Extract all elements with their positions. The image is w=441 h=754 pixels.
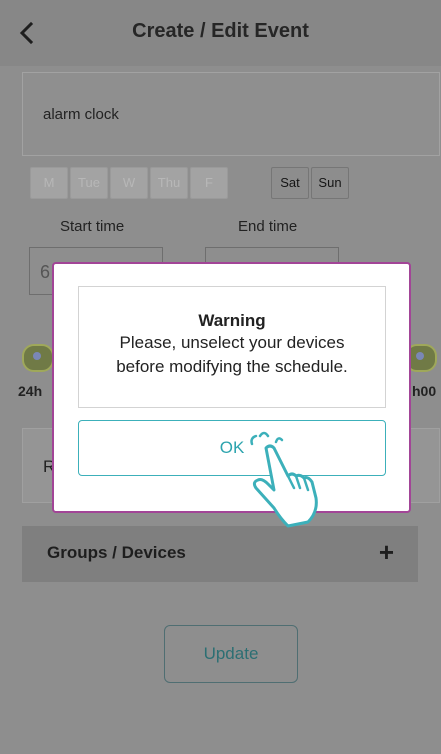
start-time-label: Start time: [60, 218, 125, 235]
slider-right-label: h00: [412, 383, 437, 399]
day-tuesday[interactable]: Tue: [70, 167, 108, 199]
warning-message-box: Warning Please, unselect your devices be…: [78, 286, 386, 408]
warning-line-2: before modifying the schedule.: [116, 357, 348, 376]
groups-devices-label: Groups / Devices: [47, 543, 186, 562]
warning-line-1: Please, unselect your devices: [119, 333, 345, 352]
day-wednesday[interactable]: W: [110, 167, 148, 199]
app-header: Create / Edit Event: [0, 0, 441, 66]
event-name-field[interactable]: alarm clock: [22, 72, 440, 156]
day-thursday[interactable]: Thu: [150, 167, 188, 199]
page-title: Create / Edit Event: [132, 20, 309, 42]
groups-devices-row[interactable]: Groups / Devices +: [22, 526, 418, 582]
plus-icon[interactable]: +: [379, 539, 394, 565]
day-saturday[interactable]: Sat: [271, 167, 309, 199]
day-sunday[interactable]: Sun: [311, 167, 349, 199]
slider-left-label: 24h: [18, 383, 43, 399]
ok-button[interactable]: OK: [78, 420, 386, 476]
start-time-value: 6: [40, 262, 51, 282]
slider-left-handle[interactable]: [22, 344, 54, 372]
day-monday[interactable]: M: [30, 167, 68, 199]
warning-dialog: Warning Please, unselect your devices be…: [52, 262, 411, 513]
warning-title: Warning: [198, 311, 266, 330]
tap-hand-icon: [250, 431, 318, 528]
update-button[interactable]: Update: [164, 625, 298, 683]
end-time-label: End time: [238, 218, 298, 235]
day-friday[interactable]: F: [190, 167, 228, 199]
event-name-value: alarm clock: [43, 106, 119, 123]
